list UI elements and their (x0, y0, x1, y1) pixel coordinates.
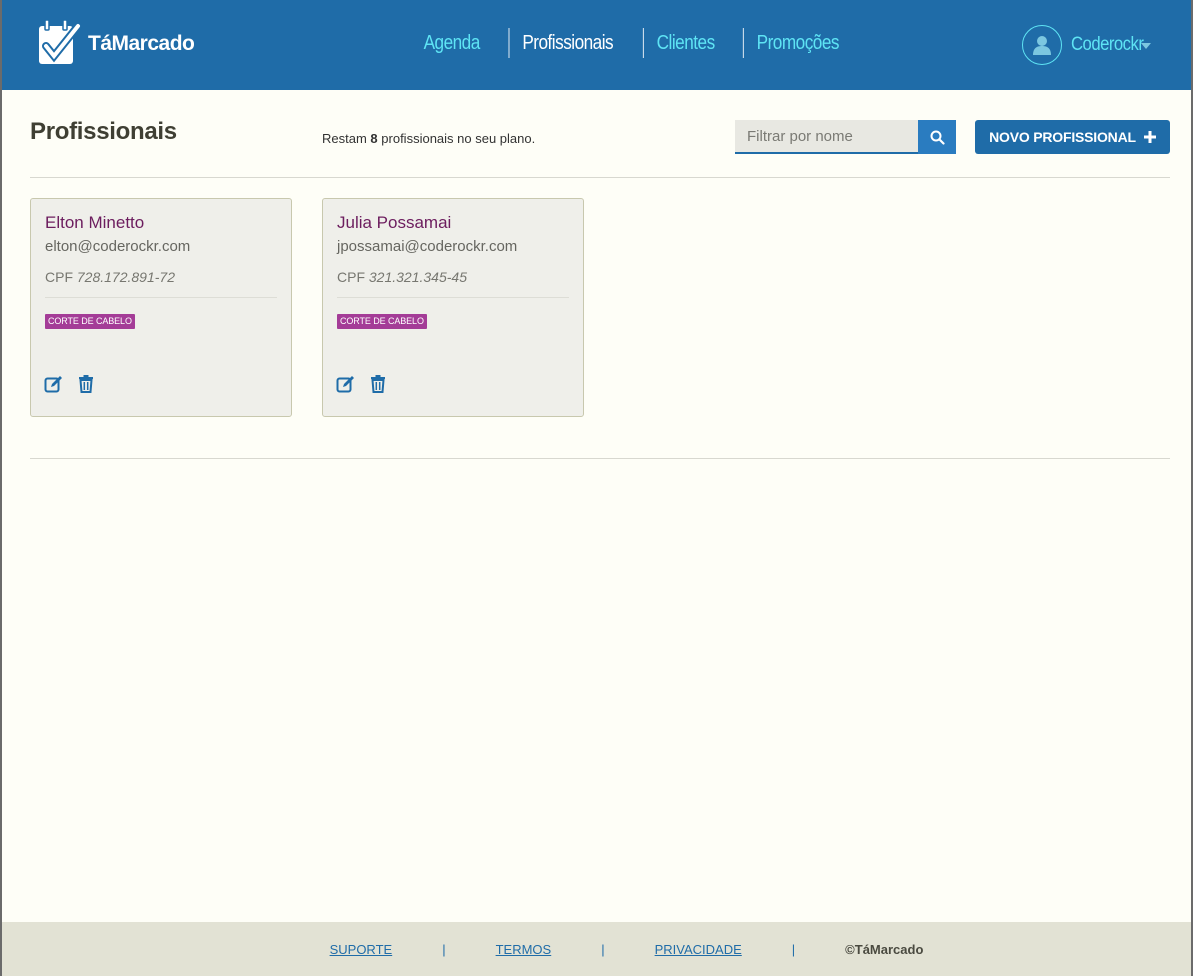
plus-icon (1143, 131, 1156, 143)
professional-cpf: CPF 321.321.345-45 (337, 269, 467, 285)
professional-card: Julia Possamai jpossamai@coderockr.com C… (322, 198, 584, 417)
new-professional-label: NOVO PROFISSIONAL (989, 129, 1136, 145)
main-nav: Agenda Profissionais Clientes Promoções (404, 28, 861, 58)
edit-icon[interactable] (336, 374, 356, 394)
plan-note: Restam 8 profissionais no seu plano. (322, 131, 535, 146)
plan-note-prefix: Restam (322, 131, 367, 146)
nav-clientes[interactable]: Clientes (642, 28, 728, 58)
footer-copyright: ©TáMarcado (845, 941, 924, 957)
professional-email: jpossamai@coderockr.com (337, 238, 518, 255)
new-professional-button[interactable]: NOVO PROFISSIONAL (975, 120, 1170, 154)
search-button[interactable] (918, 120, 956, 154)
edit-icon[interactable] (44, 374, 64, 394)
divider (30, 458, 1170, 459)
brand-name: TáMarcado (88, 32, 195, 55)
footer-link-termos[interactable]: TERMOS (446, 942, 602, 957)
trash-icon[interactable] (368, 374, 388, 394)
caret-down-icon[interactable] (1141, 43, 1151, 49)
professional-name: Julia Possamai (337, 213, 452, 232)
avatar[interactable] (1022, 25, 1062, 65)
professional-cpf: CPF 728.172.891-72 (45, 269, 175, 285)
nav-agenda[interactable]: Agenda (411, 28, 493, 58)
calendar-check-icon (39, 19, 82, 64)
trash-icon[interactable] (76, 374, 96, 394)
cpf-value: 321.321.345-45 (368, 269, 467, 285)
plan-note-suffix: profissionais no seu plano. (381, 131, 536, 146)
search-icon (930, 130, 945, 145)
footer: SUPORTE | TERMOS | PRIVACIDADE | ©TáMarc… (2, 922, 1191, 976)
cpf-value: 728.172.891-72 (76, 269, 175, 285)
nav-profissionais[interactable]: Profissionais (508, 28, 626, 58)
card-actions (44, 374, 96, 394)
card-actions (336, 374, 388, 394)
user-menu[interactable]: Coderockr (1022, 24, 1153, 66)
professional-email: elton@coderockr.com (45, 238, 191, 255)
search-bar (735, 120, 956, 154)
search-input[interactable] (735, 120, 918, 154)
brand-logo[interactable]: TáMarcado (36, 18, 195, 70)
plan-remaining-count: 8 (370, 131, 378, 146)
service-badge: CORTE DE CABELO (337, 314, 427, 329)
nav-promocoes[interactable]: Promoções (743, 28, 852, 58)
footer-link-suporte[interactable]: SUPORTE (280, 942, 443, 957)
divider (30, 177, 1170, 178)
cpf-label: CPF (337, 269, 365, 285)
page-title: Profissionais (30, 118, 177, 145)
user-icon (1033, 36, 1051, 55)
top-navbar: TáMarcado Agenda Profissionais Clientes … (2, 0, 1191, 90)
card-divider (337, 297, 569, 298)
professional-card: Elton Minetto elton@coderockr.com CPF 72… (30, 198, 292, 417)
user-name[interactable]: Coderockr (1071, 34, 1144, 56)
footer-link-privacidade[interactable]: PRIVACIDADE (605, 942, 792, 957)
professional-name: Elton Minetto (45, 213, 145, 232)
service-badge: CORTE DE CABELO (45, 314, 135, 329)
card-divider (45, 297, 277, 298)
cpf-label: CPF (45, 269, 73, 285)
footer-links: SUPORTE | TERMOS | PRIVACIDADE | ©TáMarc… (280, 942, 924, 957)
